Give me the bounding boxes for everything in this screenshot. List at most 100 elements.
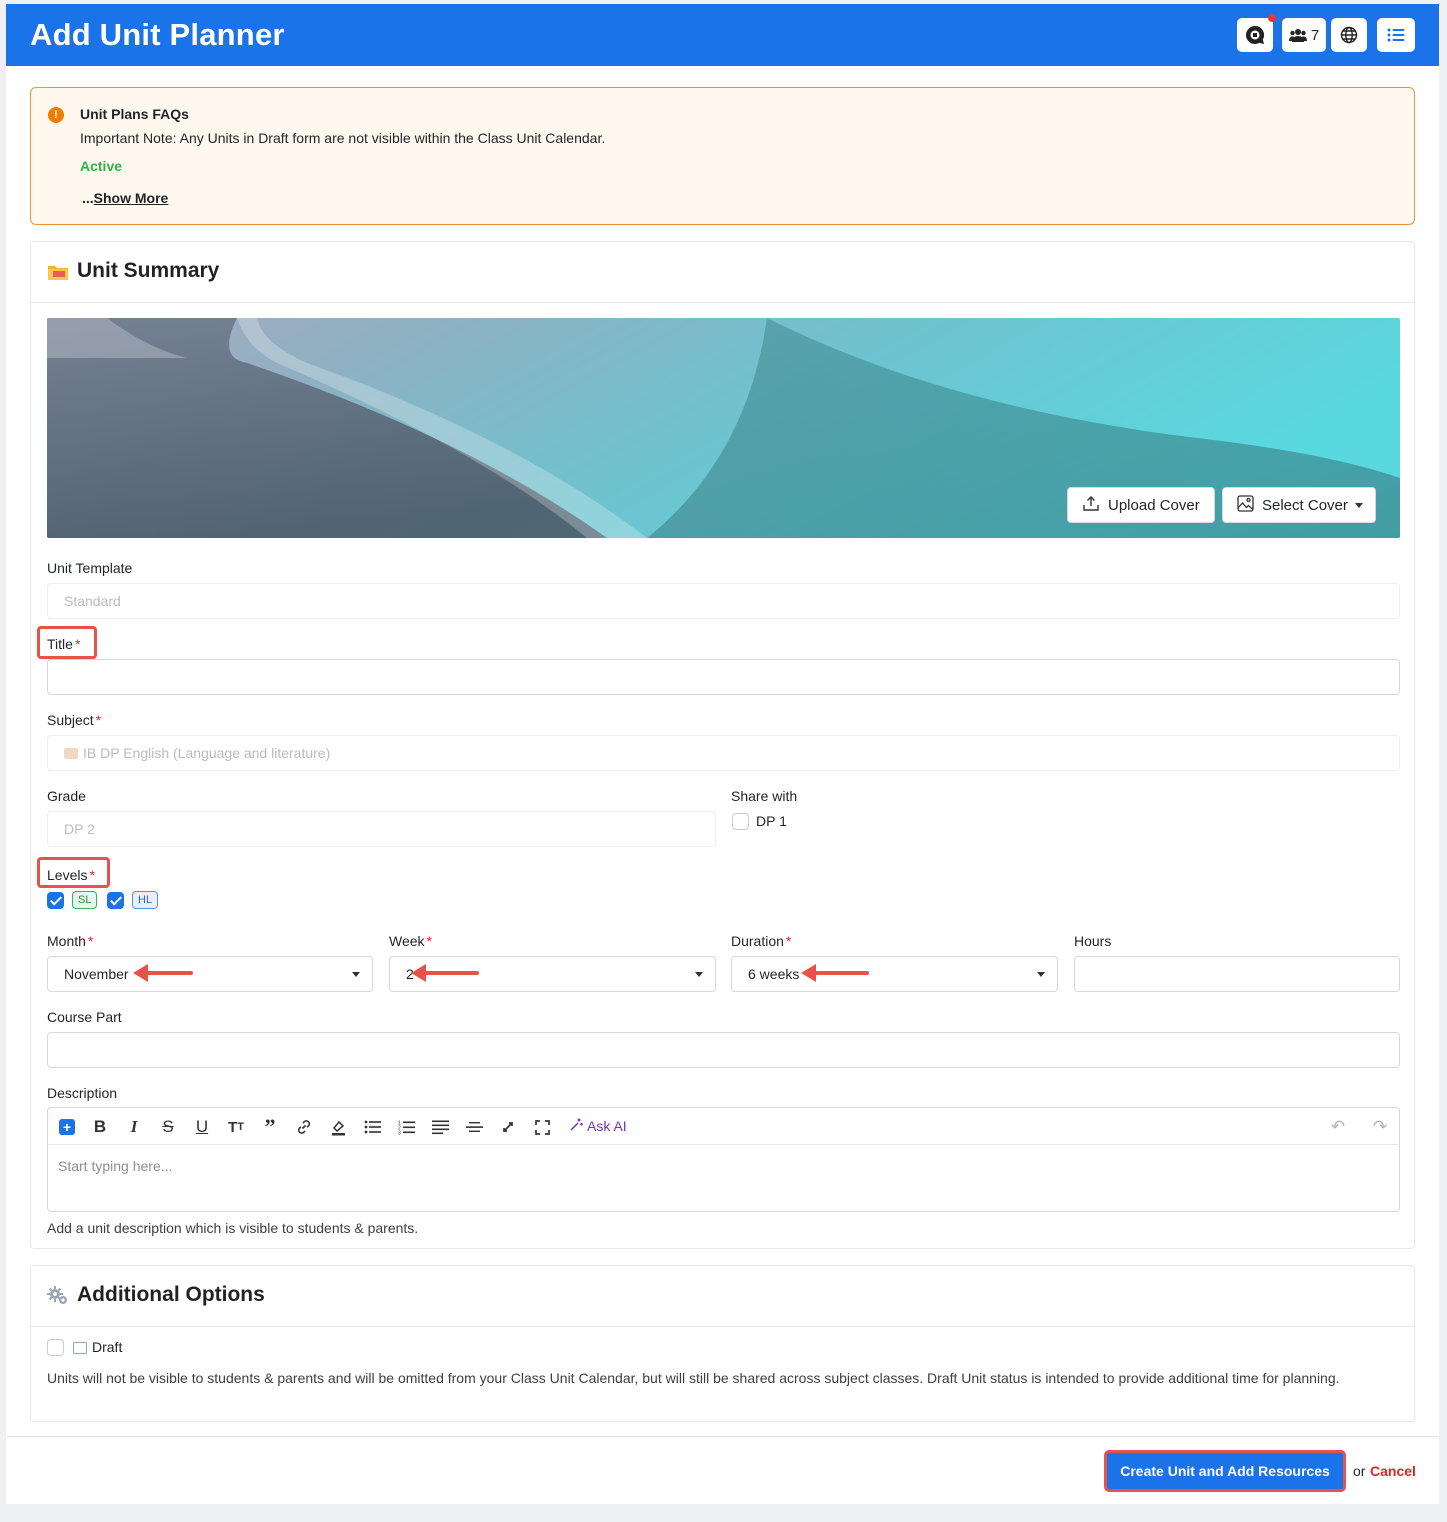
- clear-format-icon[interactable]: [498, 1117, 518, 1137]
- draft-hint: Units will not be visible to students & …: [47, 1370, 1340, 1386]
- editor-placeholder[interactable]: Start typing here...: [58, 1158, 172, 1174]
- description-hint: Add a unit description which is visible …: [47, 1220, 419, 1236]
- required-mark: *: [95, 712, 102, 728]
- language-button[interactable]: [1331, 18, 1367, 52]
- hours-label: Hours: [1074, 933, 1112, 949]
- share-dp1-label: DP 1: [756, 813, 787, 829]
- redo-icon[interactable]: ↷: [1370, 1117, 1390, 1137]
- draft-label: Draft: [92, 1339, 123, 1355]
- text-size-icon[interactable]: TT: [226, 1117, 246, 1137]
- upload-cover-button[interactable]: Upload Cover: [1067, 487, 1215, 523]
- caret-down-icon: [1037, 972, 1045, 977]
- underline-icon[interactable]: U: [192, 1117, 212, 1137]
- additional-options-heading: Additional Options: [77, 1283, 265, 1306]
- week-select[interactable]: 2: [389, 956, 716, 992]
- highlight-icon[interactable]: [328, 1117, 348, 1137]
- unit-summary-heading: Unit Summary: [77, 259, 220, 282]
- required-mark: *: [426, 933, 432, 949]
- unit-template-value: Standard: [64, 593, 121, 609]
- unit-summary-card: Unit Summary Upload Cover Select Cover U…: [30, 241, 1415, 1249]
- caret-down-icon: [695, 972, 703, 977]
- grade-field: DP 2: [47, 811, 716, 847]
- bold-icon[interactable]: B: [90, 1117, 110, 1137]
- page-title: Add Unit Planner: [30, 17, 285, 52]
- create-unit-button[interactable]: Create Unit and Add Resources: [1104, 1450, 1346, 1492]
- unit-summary-header: Unit Summary: [31, 242, 1414, 303]
- fullscreen-icon[interactable]: [532, 1117, 552, 1137]
- week-label: Week *: [389, 933, 432, 949]
- app-frame: Add Unit Planner 7 ! Unit Plans FAQs Imp…: [6, 4, 1439, 1504]
- levels-label: Levels *: [47, 867, 95, 883]
- globe-icon: [1340, 26, 1358, 44]
- week-label-text: Week: [389, 933, 425, 949]
- add-icon[interactable]: +: [57, 1117, 77, 1137]
- title-input-box[interactable]: [64, 668, 1383, 686]
- show-more-link[interactable]: Show More: [94, 190, 169, 206]
- horizontal-rule-icon[interactable]: [464, 1117, 484, 1137]
- title-label: Title *: [47, 636, 80, 652]
- upload-icon: [1082, 494, 1100, 516]
- share-dp1-checkbox[interactable]: [732, 813, 749, 830]
- title-input[interactable]: [47, 659, 1400, 695]
- level-hl-checkbox[interactable]: [107, 892, 124, 909]
- folder-icon: [47, 261, 69, 283]
- level-sl-checkbox[interactable]: [47, 892, 64, 909]
- numbered-list-icon[interactable]: 123: [396, 1117, 416, 1137]
- draft-checkbox[interactable]: [47, 1339, 64, 1356]
- month-label: Month *: [47, 933, 93, 949]
- unit-template-label: Unit Template: [47, 560, 133, 576]
- month-select[interactable]: November: [47, 956, 373, 992]
- caret-down-icon: [352, 972, 360, 977]
- image-icon: [1237, 494, 1254, 516]
- month-label-text: Month: [47, 933, 86, 949]
- description-label: Description: [47, 1085, 118, 1101]
- additional-options-card: Additional Options Draft Units will not …: [30, 1265, 1415, 1422]
- undo-icon[interactable]: ↶: [1328, 1117, 1348, 1137]
- strikethrough-icon[interactable]: S: [158, 1117, 178, 1137]
- cover-image: Upload Cover Select Cover: [47, 318, 1400, 538]
- quote-icon[interactable]: ”: [260, 1114, 280, 1139]
- grade-label: Grade: [47, 788, 86, 804]
- notification-dot: [1268, 14, 1276, 22]
- list-icon: [1387, 28, 1405, 42]
- course-part-input-box[interactable]: [64, 1041, 1383, 1059]
- required-mark: *: [74, 636, 81, 652]
- levels-label-text: Levels: [47, 867, 88, 883]
- required-mark: *: [87, 933, 94, 949]
- select-cover-dropdown[interactable]: Select Cover: [1222, 487, 1376, 523]
- menu-list-button[interactable]: [1377, 18, 1415, 52]
- description-editor[interactable]: + B I S U TT ” 123 Ask AI ↶ ↷ Start typi…: [47, 1107, 1400, 1212]
- warning-icon: !: [48, 107, 64, 123]
- link-icon[interactable]: [294, 1117, 314, 1137]
- week-value: 2: [406, 966, 414, 982]
- required-mark: *: [785, 933, 792, 949]
- people-button[interactable]: 7: [1282, 18, 1326, 52]
- level-hl-tag: HL: [132, 891, 159, 909]
- course-part-label: Course Part: [47, 1009, 122, 1025]
- duration-label-text: Duration: [731, 933, 784, 949]
- alert-note: Important Note: Any Units in Draft form …: [80, 130, 606, 146]
- required-mark: *: [89, 867, 95, 883]
- hours-input[interactable]: [1074, 956, 1400, 992]
- subject-field: IB DP English (Language and literature): [47, 735, 1400, 771]
- show-more-prefix: ...: [82, 190, 94, 206]
- course-part-input[interactable]: [47, 1032, 1400, 1068]
- hours-input-box[interactable]: [1091, 965, 1383, 983]
- people-count: 7: [1310, 26, 1320, 44]
- align-icon[interactable]: [430, 1117, 450, 1137]
- alert-status: Active: [80, 158, 123, 174]
- select-cover-label: Select Cover: [1262, 496, 1348, 514]
- bullet-list-icon[interactable]: [362, 1117, 382, 1137]
- editor-toolbar: + B I S U TT ” 123 Ask AI ↶ ↷: [48, 1108, 1399, 1145]
- chat-button[interactable]: [1237, 14, 1276, 52]
- duration-select[interactable]: 6 weeks: [731, 956, 1058, 992]
- title-label-text: Title: [47, 636, 73, 652]
- upload-cover-label: Upload Cover: [1108, 496, 1200, 514]
- subject-value: IB DP English (Language and literature): [83, 745, 331, 761]
- grade-value: DP 2: [64, 821, 95, 837]
- duration-label: Duration *: [731, 933, 791, 949]
- ask-ai-button[interactable]: Ask AI: [569, 1117, 627, 1135]
- subject-label: Subject *: [47, 712, 101, 728]
- italic-icon[interactable]: I: [124, 1117, 144, 1137]
- cancel-link[interactable]: Cancel: [1370, 1463, 1416, 1479]
